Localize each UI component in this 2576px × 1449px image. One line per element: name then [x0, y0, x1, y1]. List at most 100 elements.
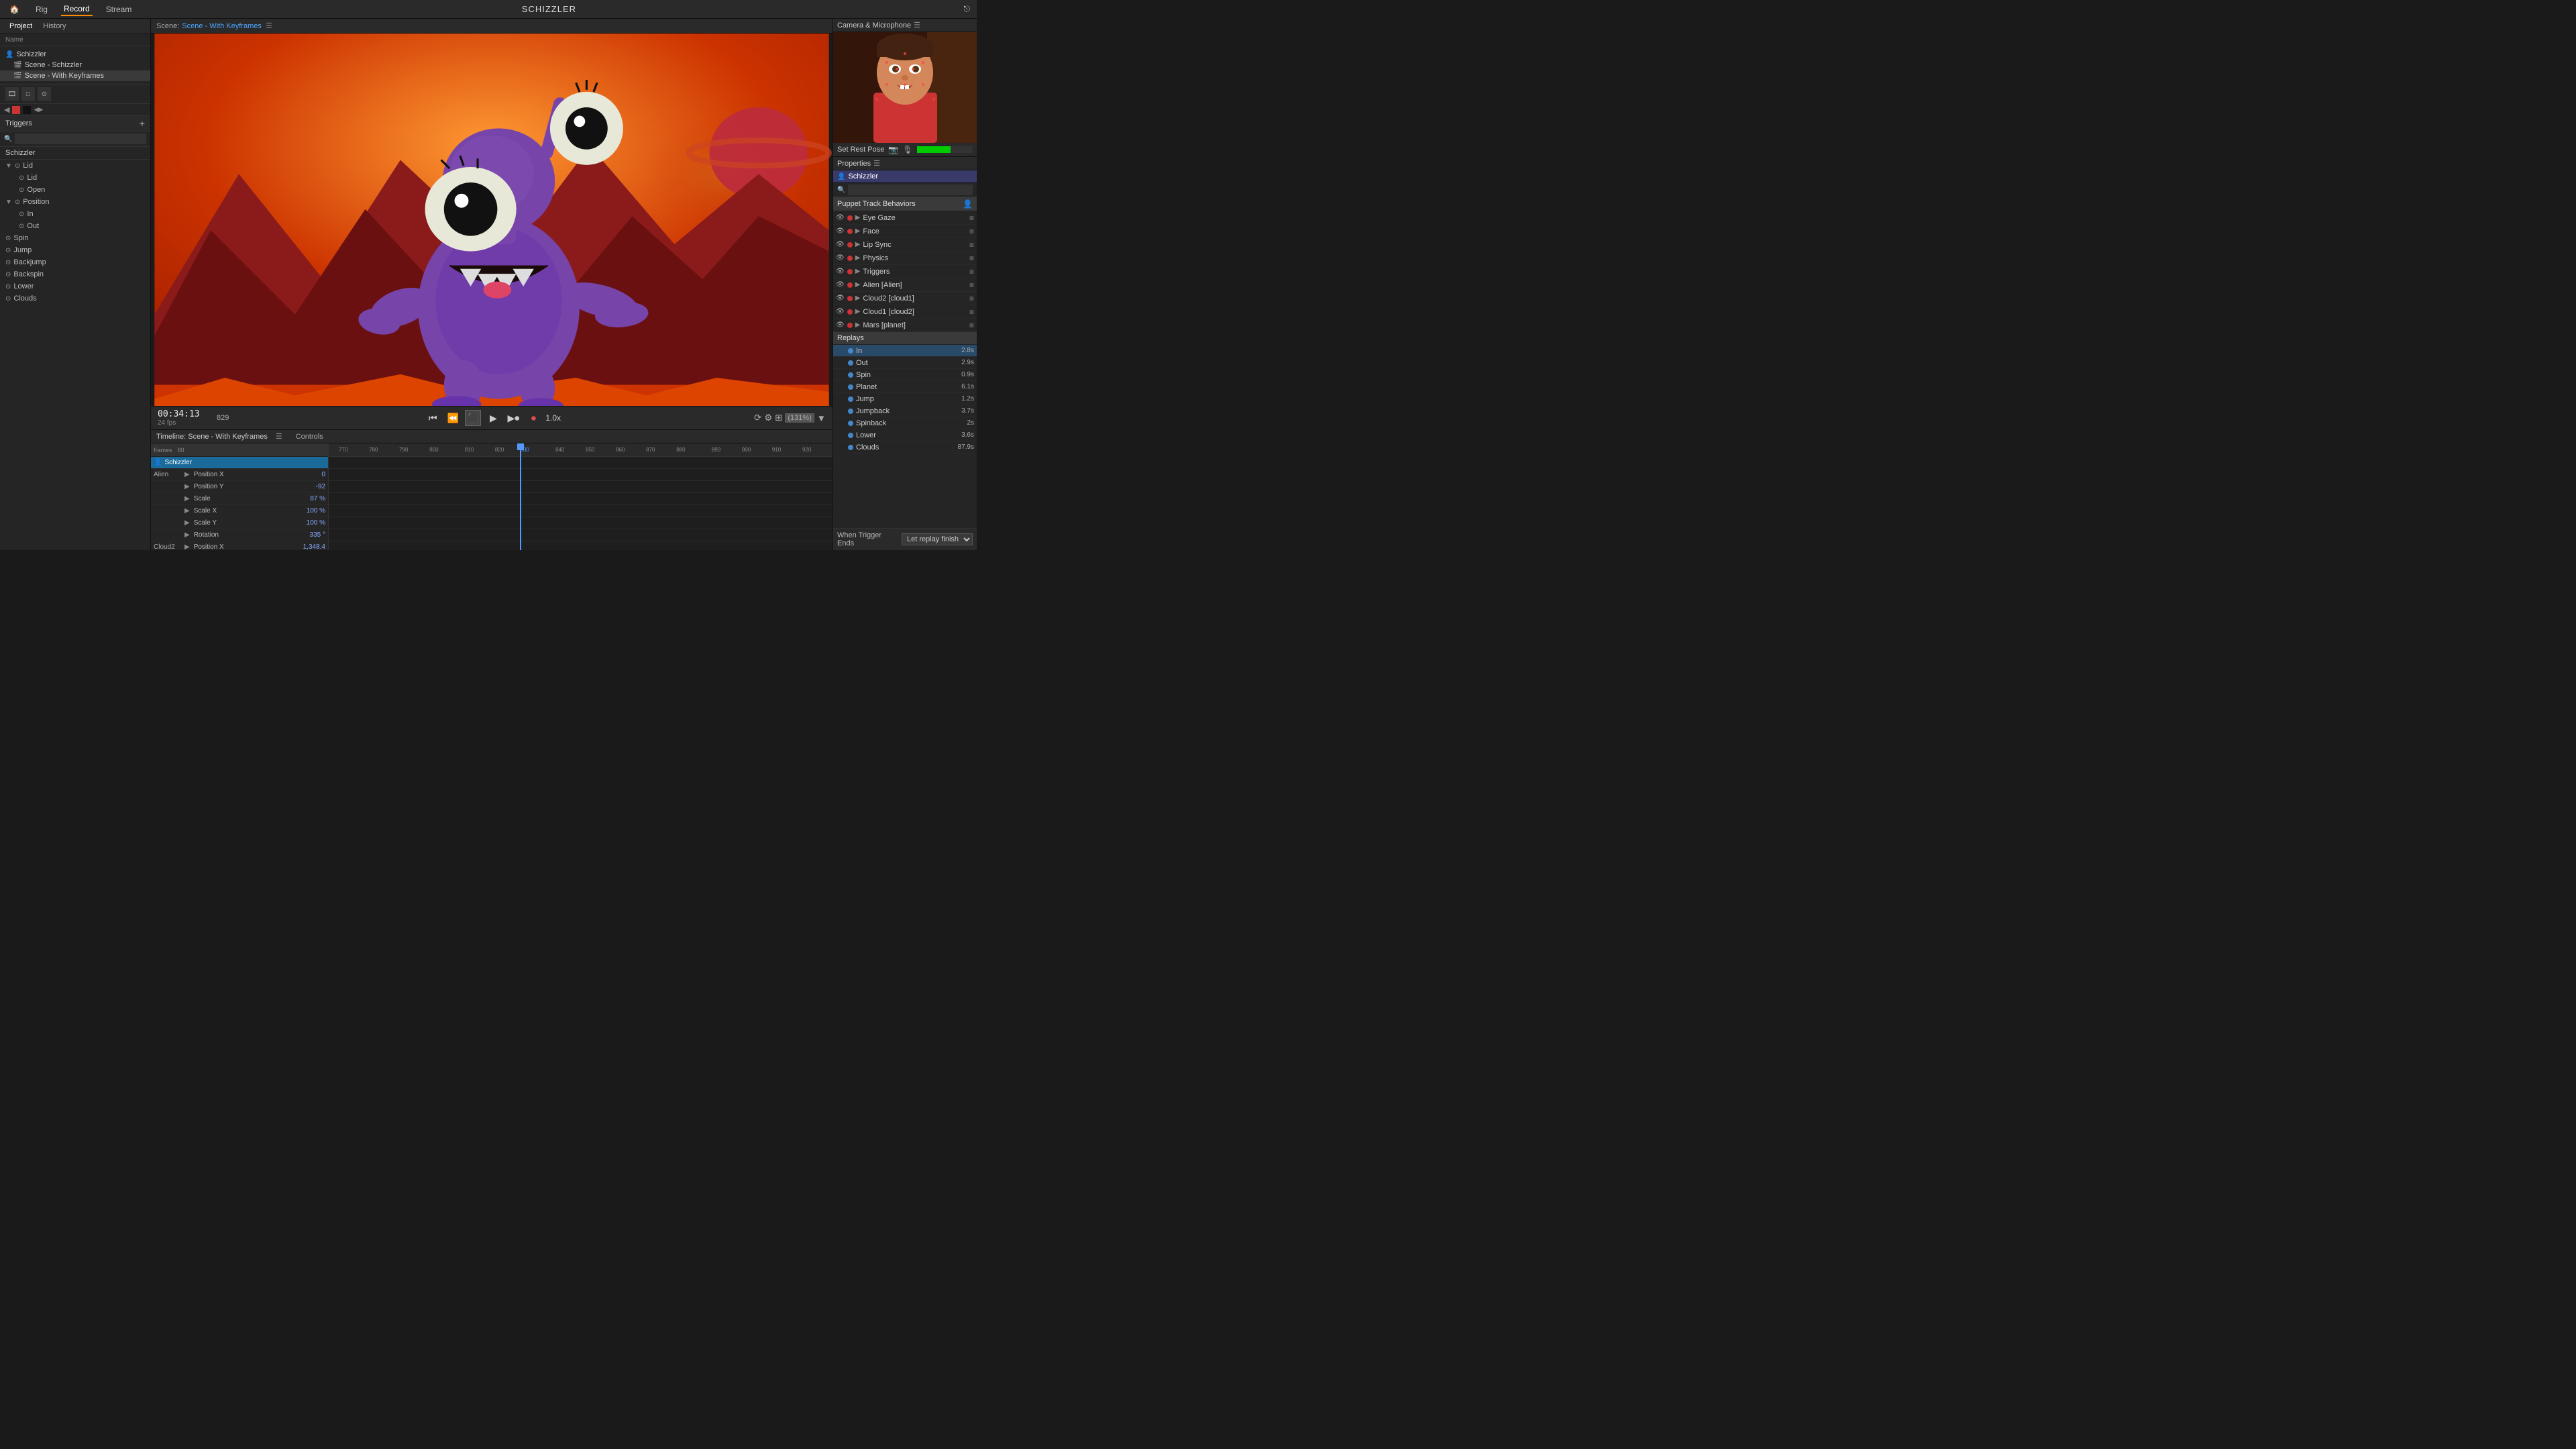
camera-menu-icon[interactable]: ☰ — [914, 21, 920, 30]
cloud2-expand[interactable]: ▶ — [855, 294, 861, 302]
trigger-lower[interactable]: ⊙ Lower — [0, 280, 150, 292]
project-tree: 👤 Schizzler 🎬 Scene - Schizzler 🎬 Scene … — [0, 46, 150, 85]
physics-expand[interactable]: ▶ — [855, 254, 861, 262]
mars-visibility[interactable]: 👁 — [836, 321, 845, 329]
film-icon-btn[interactable]: 🎞 — [5, 87, 19, 101]
play-btn[interactable]: ▶ — [485, 410, 501, 426]
rewind-btn[interactable]: ⏪ — [445, 410, 461, 426]
replay-spin[interactable]: Spin 0.9s — [833, 369, 977, 381]
eye-gaze-menu[interactable]: ≡ — [969, 213, 974, 223]
arrow-left[interactable]: ◀ — [4, 105, 9, 114]
ruler-track-posx — [329, 469, 833, 481]
mars-expand[interactable]: ▶ — [855, 321, 861, 329]
record-btn[interactable]: ⏺ — [525, 410, 541, 426]
expand-btn[interactable]: ⊞ — [775, 413, 782, 423]
nav-rig[interactable]: Rig — [33, 3, 50, 15]
sync-btn[interactable]: ⟳ — [754, 413, 761, 423]
lip-sync-menu[interactable]: ≡ — [969, 240, 974, 250]
folder-icon-btn[interactable]: □ — [21, 87, 35, 101]
trigger-out[interactable]: ⊙ Out — [0, 220, 150, 232]
replay-jumpback[interactable]: Jumpback 3.7s — [833, 405, 977, 417]
zoom-dropdown-btn[interactable]: ▼ — [817, 413, 826, 423]
lip-sync-visibility[interactable]: 👁 — [836, 241, 845, 248]
time-036: 0:36 — [616, 456, 627, 457]
tree-item-schizzler[interactable]: 👤 Schizzler — [0, 49, 150, 60]
replay-clouds-left: Clouds — [848, 443, 879, 451]
puppet-select-row: Schizzler — [0, 147, 150, 160]
triggers-expand[interactable]: ▶ — [855, 268, 861, 275]
cloud1-menu[interactable]: ≡ — [969, 307, 974, 317]
alien-menu[interactable]: ≡ — [969, 280, 974, 290]
physics-visibility[interactable]: 👁 — [836, 254, 845, 262]
trigger-spin[interactable]: ⊙ Spin — [0, 232, 150, 244]
replay-in[interactable]: In 2.8s — [833, 345, 977, 357]
trigger-open[interactable]: ⊙ Open — [0, 184, 150, 196]
when-trigger-select[interactable]: Let replay finish — [902, 533, 973, 545]
triggers-visibility[interactable]: 👁 — [836, 268, 845, 275]
playhead[interactable] — [520, 443, 521, 550]
controls-tab[interactable]: Controls — [296, 433, 323, 441]
trigger-jump[interactable]: ⊙ Jump — [0, 244, 150, 256]
face-expand[interactable]: ▶ — [855, 227, 861, 235]
track-row-scale: . ▶ Scale 87 % — [151, 493, 328, 505]
cloud2-visibility[interactable]: 👁 — [836, 294, 845, 302]
replay-spin-label: Spin — [856, 371, 871, 379]
alien-expand[interactable]: ▶ — [855, 281, 861, 288]
trigger-in[interactable]: ⊙ In — [0, 208, 150, 220]
play-record-btn[interactable]: ▶⏺ — [505, 410, 521, 426]
mic-icon[interactable]: 🎙 — [902, 145, 912, 154]
face-visibility[interactable]: 👁 — [836, 227, 845, 235]
trigger-position[interactable]: ▼ ⊙ Position — [0, 196, 150, 208]
trigger-clouds[interactable]: ⊙ Clouds — [0, 292, 150, 305]
set-rest-pose-btn[interactable]: Set Rest Pose — [837, 146, 884, 154]
mars-menu[interactable]: ≡ — [969, 321, 974, 330]
trigger-lid-sub[interactable]: ⊙ Lid — [0, 172, 150, 184]
rest-pose-bar: Set Rest Pose 📷 🎙 — [833, 143, 977, 157]
timeline-menu-icon[interactable]: ☰ — [276, 432, 282, 441]
go-to-start-btn[interactable]: ⏮ — [425, 410, 441, 426]
eye-gaze-visibility[interactable]: 👁 — [836, 214, 845, 221]
behaviors-icon[interactable]: 👤 — [963, 199, 973, 209]
lip-sync-dot — [847, 242, 853, 248]
replay-planet[interactable]: Planet 6.1s — [833, 381, 977, 393]
camera-icon-btn[interactable]: ⊙ — [38, 87, 51, 101]
nav-stream[interactable]: Stream — [103, 3, 135, 15]
triggers-menu[interactable]: ≡ — [969, 267, 974, 276]
alien-visibility[interactable]: 👁 — [836, 281, 845, 288]
tree-item-scene-keyframes[interactable]: 🎬 Scene - With Keyframes — [0, 70, 150, 81]
trigger-backjump[interactable]: ⊙ Backjump — [0, 256, 150, 268]
stop-btn[interactable]: ⬛ — [465, 410, 481, 426]
cloud2-dot — [847, 296, 853, 301]
replay-spinback[interactable]: Spinback 2s — [833, 417, 977, 429]
nav-record[interactable]: Record — [61, 3, 93, 16]
trigger-search-input[interactable] — [15, 133, 146, 144]
replay-jump[interactable]: Jump 1.2s — [833, 393, 977, 405]
scene-menu-icon[interactable]: ☰ — [266, 21, 272, 30]
cloud2-menu[interactable]: ≡ — [969, 294, 974, 303]
physics-menu[interactable]: ≡ — [969, 254, 974, 263]
replay-jump-left: Jump — [848, 395, 874, 403]
ruler-tick-860: 860 — [616, 447, 625, 453]
face-menu[interactable]: ≡ — [969, 227, 974, 236]
settings-btn[interactable]: ⚙ — [764, 413, 772, 423]
window-icon[interactable]: ⎋ — [964, 4, 971, 13]
replay-out[interactable]: Out 2.9s — [833, 357, 977, 369]
tree-item-scene-schizzler[interactable]: 🎬 Scene - Schizzler — [0, 60, 150, 70]
cloud1-visibility[interactable]: 👁 — [836, 308, 845, 315]
tab-project[interactable]: Project — [4, 21, 38, 32]
lip-sync-expand[interactable]: ▶ — [855, 241, 861, 248]
tab-history[interactable]: History — [38, 21, 71, 32]
properties-search-input[interactable] — [848, 184, 973, 195]
cloud1-expand[interactable]: ▶ — [855, 308, 861, 315]
left-panel: Project History Name 👤 Schizzler 🎬 Scene… — [0, 19, 151, 550]
replay-lower[interactable]: Lower 3.6s — [833, 429, 977, 441]
add-trigger-btn[interactable]: + — [140, 119, 145, 128]
camera-icon-rest[interactable]: 📷 — [888, 145, 898, 154]
properties-menu-icon[interactable]: ☰ — [873, 159, 880, 168]
eye-gaze-expand[interactable]: ▶ — [855, 214, 861, 221]
nav-home[interactable]: 🏠 — [7, 3, 22, 15]
trigger-lid[interactable]: ▼ ⊙ Lid — [0, 160, 150, 172]
trigger-backspin[interactable]: ⊙ Backspin — [0, 268, 150, 280]
behavior-physics: 👁 ▶ Physics ≡ — [833, 252, 977, 265]
replay-clouds[interactable]: Clouds 87.9s — [833, 441, 977, 453]
